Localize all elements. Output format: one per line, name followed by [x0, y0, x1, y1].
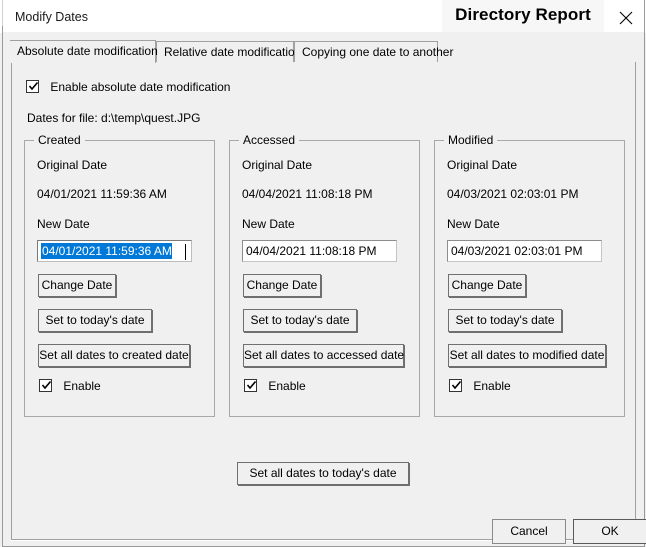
change-date-button-modified[interactable]: Change Date	[448, 274, 526, 297]
tab-label: Absolute date modification	[17, 44, 158, 58]
app-title-chip: Directory Report	[442, 0, 604, 32]
window-frame-right	[644, 0, 645, 547]
new-date-input-accessed[interactable]: 04/04/2021 11:08:18 PM	[242, 240, 397, 262]
group-caption: Modified	[444, 133, 497, 147]
new-date-value: 04/03/2021 02:03:01 PM	[451, 244, 582, 258]
set-to-todays-date-button-created[interactable]: Set to today's date	[38, 309, 152, 332]
group-created: Created Original Date 04/01/2021 11:59:3…	[24, 140, 215, 417]
checkbox-label: Enable absolute date modification	[50, 80, 230, 94]
checkbox-label: Enable	[268, 379, 305, 393]
original-date-label: Original Date	[37, 158, 107, 172]
group-caption: Created	[34, 133, 85, 147]
tab-label: Relative date modification	[164, 45, 301, 59]
app-title: Directory Report	[442, 5, 604, 25]
set-all-dates-to-todays-date-button[interactable]: Set all dates to today's date	[237, 462, 409, 485]
set-all-dates-to-accessed-date-button[interactable]: Set all dates to accessed date	[243, 344, 404, 367]
new-date-input-created[interactable]: 04/01/2021 11:59:36 AM	[37, 240, 192, 262]
tab-absolute-date-modification[interactable]: Absolute date modification	[10, 40, 156, 63]
checkbox-label: Enable	[473, 379, 510, 393]
checkbox-box	[39, 379, 52, 392]
enable-checkbox-modified[interactable]: Enable	[449, 379, 511, 393]
window-title: Modify Dates	[15, 10, 88, 24]
tab-copying-one-date-to-another[interactable]: Copying one date to another	[294, 41, 438, 62]
checkbox-label: Enable	[63, 379, 100, 393]
checkbox-box	[26, 80, 39, 93]
new-date-label: New Date	[242, 217, 295, 231]
check-icon	[246, 380, 257, 391]
dialog-body: Absolute date modification Relative date…	[3, 32, 644, 546]
group-accessed: Accessed Original Date 04/04/2021 11:08:…	[229, 140, 420, 417]
original-date-label: Original Date	[447, 158, 517, 172]
enable-checkbox-created[interactable]: Enable	[39, 379, 101, 393]
tab-strip: Absolute date modification Relative date…	[11, 40, 636, 62]
group-modified: Modified Original Date 04/03/2021 02:03:…	[434, 140, 625, 417]
cancel-button[interactable]: Cancel	[492, 519, 566, 544]
tab-label: Copying one date to another	[302, 45, 453, 59]
close-button[interactable]	[606, 0, 646, 32]
new-date-label: New Date	[447, 217, 500, 231]
original-date-value: 04/04/2021 11:08:18 PM	[242, 187, 373, 201]
new-date-input-modified[interactable]: 04/03/2021 02:03:01 PM	[447, 240, 602, 262]
checkbox-box	[449, 379, 462, 392]
check-icon	[451, 380, 462, 391]
change-date-button-accessed[interactable]: Change Date	[243, 274, 321, 297]
set-to-todays-date-button-modified[interactable]: Set to today's date	[448, 309, 562, 332]
set-to-todays-date-button-accessed[interactable]: Set to today's date	[243, 309, 357, 332]
title-bar: Modify Dates Directory Report	[0, 0, 646, 33]
set-all-dates-to-modified-date-button[interactable]: Set all dates to modified date	[448, 344, 606, 367]
ok-button[interactable]: OK	[573, 519, 646, 544]
original-date-value: 04/01/2021 11:59:36 AM	[37, 187, 167, 201]
check-icon	[28, 81, 39, 92]
file-path-label: Dates for file: d:\temp\quest.JPG	[27, 111, 200, 125]
new-date-label: New Date	[37, 217, 90, 231]
original-date-value: 04/03/2021 02:03:01 PM	[447, 187, 578, 201]
group-caption: Accessed	[239, 133, 299, 147]
enable-checkbox-accessed[interactable]: Enable	[244, 379, 306, 393]
checkbox-box	[244, 379, 257, 392]
original-date-label: Original Date	[242, 158, 312, 172]
enable-absolute-date-modification-checkbox[interactable]: Enable absolute date modification	[26, 80, 230, 94]
tab-page-absolute: Enable absolute date modification Dates …	[11, 62, 636, 540]
new-date-value: 04/01/2021 11:59:36 AM	[41, 243, 172, 259]
modify-dates-dialog: Modify Dates Directory Report Absolute d…	[0, 0, 646, 547]
window-frame-top-left	[2, 0, 3, 27]
text-caret	[185, 244, 186, 260]
new-date-value: 04/04/2021 11:08:18 PM	[246, 244, 377, 258]
tab-relative-date-modification[interactable]: Relative date modification	[156, 41, 294, 62]
set-all-dates-to-created-date-button[interactable]: Set all dates to created date	[38, 344, 190, 367]
check-icon	[41, 380, 52, 391]
change-date-button-created[interactable]: Change Date	[38, 274, 116, 297]
